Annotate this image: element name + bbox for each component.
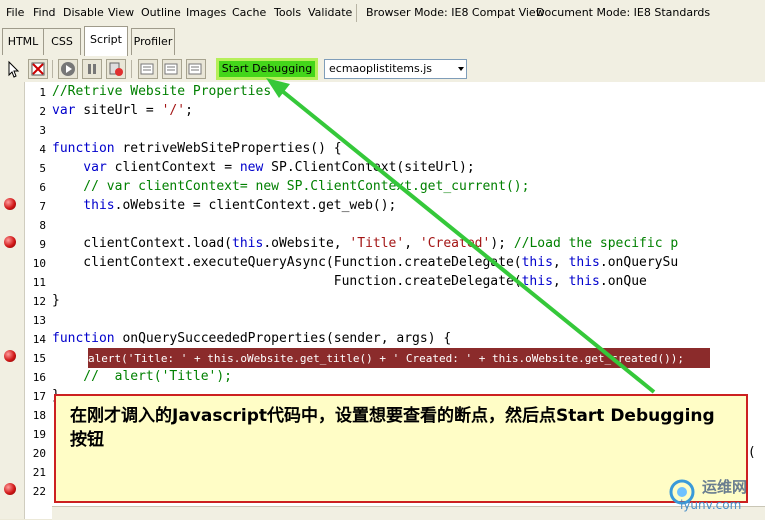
watermark-logo: 运维网 iyunv.com <box>668 470 765 515</box>
arrow-shaft <box>274 84 656 394</box>
annotation-arrow <box>266 78 656 394</box>
watermark-text: 运维网 <box>702 478 748 496</box>
watermark-url: iyunv.com <box>680 498 742 512</box>
